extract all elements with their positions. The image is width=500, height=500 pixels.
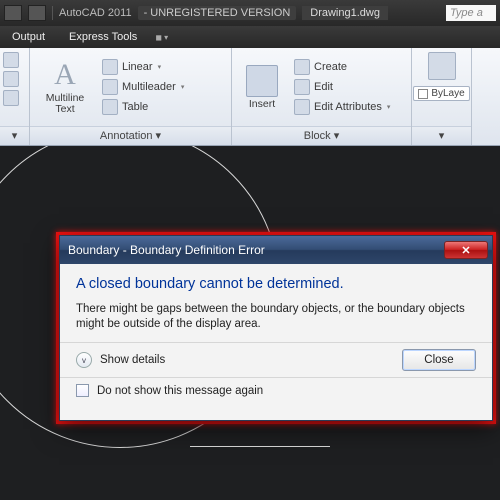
multileader-icon <box>102 79 118 95</box>
leader-icon-1[interactable] <box>3 52 19 68</box>
create-block-button[interactable]: Create <box>292 58 392 76</box>
panel-annotation: A Multiline Text Linear ▾ Multileader ▾ … <box>30 48 232 145</box>
linear-dimension-button[interactable]: Linear ▾ <box>100 58 186 76</box>
leader-icon-3[interactable] <box>3 90 19 106</box>
insert-button[interactable]: Insert <box>238 52 286 122</box>
edit-attributes-label: Edit Attributes <box>314 101 382 113</box>
ribbon: ▾ A Multiline Text Linear ▾ Multileader … <box>0 48 500 146</box>
multileader-label: Multileader <box>122 81 176 93</box>
edit-attributes-icon <box>294 99 310 115</box>
panel-block-title[interactable]: Block ▾ <box>232 126 411 145</box>
dialog-title-text: Boundary - Boundary Definition Error <box>68 243 265 257</box>
create-label: Create <box>314 61 347 73</box>
title-bar: AutoCAD 2011 - UNREGISTERED VERSION Draw… <box>0 0 500 26</box>
tab-overflow-icon[interactable]: ◼ ▾ <box>149 33 174 42</box>
command-search-input[interactable]: Type a <box>446 5 496 21</box>
panel-leaders: ▾ <box>0 48 30 145</box>
leader-icon-2[interactable] <box>3 71 19 87</box>
show-details-label[interactable]: Show details <box>100 354 165 366</box>
bylayer-label: ByLaye <box>431 88 464 99</box>
create-icon <box>294 59 310 75</box>
layer-color-dropdown[interactable]: ByLaye <box>413 86 469 101</box>
show-details-expander[interactable]: v <box>76 352 92 368</box>
table-label: Table <box>122 101 148 113</box>
boundary-error-dialog: Boundary - Boundary Definition Error ✕ A… <box>59 235 493 421</box>
panel-annotation-title[interactable]: Annotation ▾ <box>30 126 231 145</box>
insert-icon <box>246 65 278 97</box>
table-button[interactable]: Table <box>100 98 186 116</box>
dialog-message: There might be gaps between the boundary… <box>76 302 476 332</box>
linear-icon <box>102 59 118 75</box>
multileader-button[interactable]: Multileader ▾ <box>100 78 186 96</box>
app-title: AutoCAD 2011 <box>59 7 132 19</box>
print-icon[interactable] <box>28 5 46 21</box>
close-icon: ✕ <box>461 244 470 257</box>
document-name: Drawing1.dwg <box>302 6 388 20</box>
dialog-highlight: Boundary - Boundary Definition Error ✕ A… <box>56 232 496 424</box>
chevron-down-icon: v <box>82 356 86 365</box>
multiline-text-label: Multiline Text <box>46 93 85 115</box>
license-badge: - UNREGISTERED VERSION <box>138 6 297 20</box>
dont-show-label: Do not show this message again <box>97 385 263 397</box>
dont-show-checkbox[interactable] <box>76 384 89 397</box>
text-icon: A <box>49 59 81 91</box>
linear-label: Linear <box>122 61 153 73</box>
edit-icon <box>294 79 310 95</box>
dialog-heading: A closed boundary cannot be determined. <box>76 276 476 292</box>
table-icon <box>102 99 118 115</box>
panel-title-dropdown[interactable]: ▾ <box>0 126 29 145</box>
panel-block: Insert Create Edit Edit Attributes ▾ Blo… <box>232 48 412 145</box>
tab-express-tools[interactable]: Express Tools <box>57 27 149 47</box>
save-icon[interactable] <box>4 5 22 21</box>
ribbon-tabs: Output Express Tools ◼ ▾ <box>0 26 500 48</box>
close-button-label: Close <box>424 354 453 366</box>
close-dialog-button[interactable]: Close <box>402 349 476 371</box>
drawing-line <box>190 446 330 447</box>
edit-label: Edit <box>314 81 333 93</box>
dialog-titlebar[interactable]: Boundary - Boundary Definition Error ✕ <box>60 236 492 264</box>
properties-icon[interactable] <box>428 52 456 80</box>
edit-attributes-button[interactable]: Edit Attributes ▾ <box>292 98 392 116</box>
insert-label: Insert <box>249 99 275 110</box>
panel-properties-title[interactable]: ▾ <box>412 126 471 145</box>
color-swatch-icon <box>418 89 428 99</box>
close-button[interactable]: ✕ <box>444 241 488 259</box>
edit-block-button[interactable]: Edit <box>292 78 392 96</box>
multiline-text-button[interactable]: A Multiline Text <box>36 52 94 122</box>
tab-output[interactable]: Output <box>0 27 57 47</box>
panel-properties: ByLaye ▾ <box>412 48 472 145</box>
